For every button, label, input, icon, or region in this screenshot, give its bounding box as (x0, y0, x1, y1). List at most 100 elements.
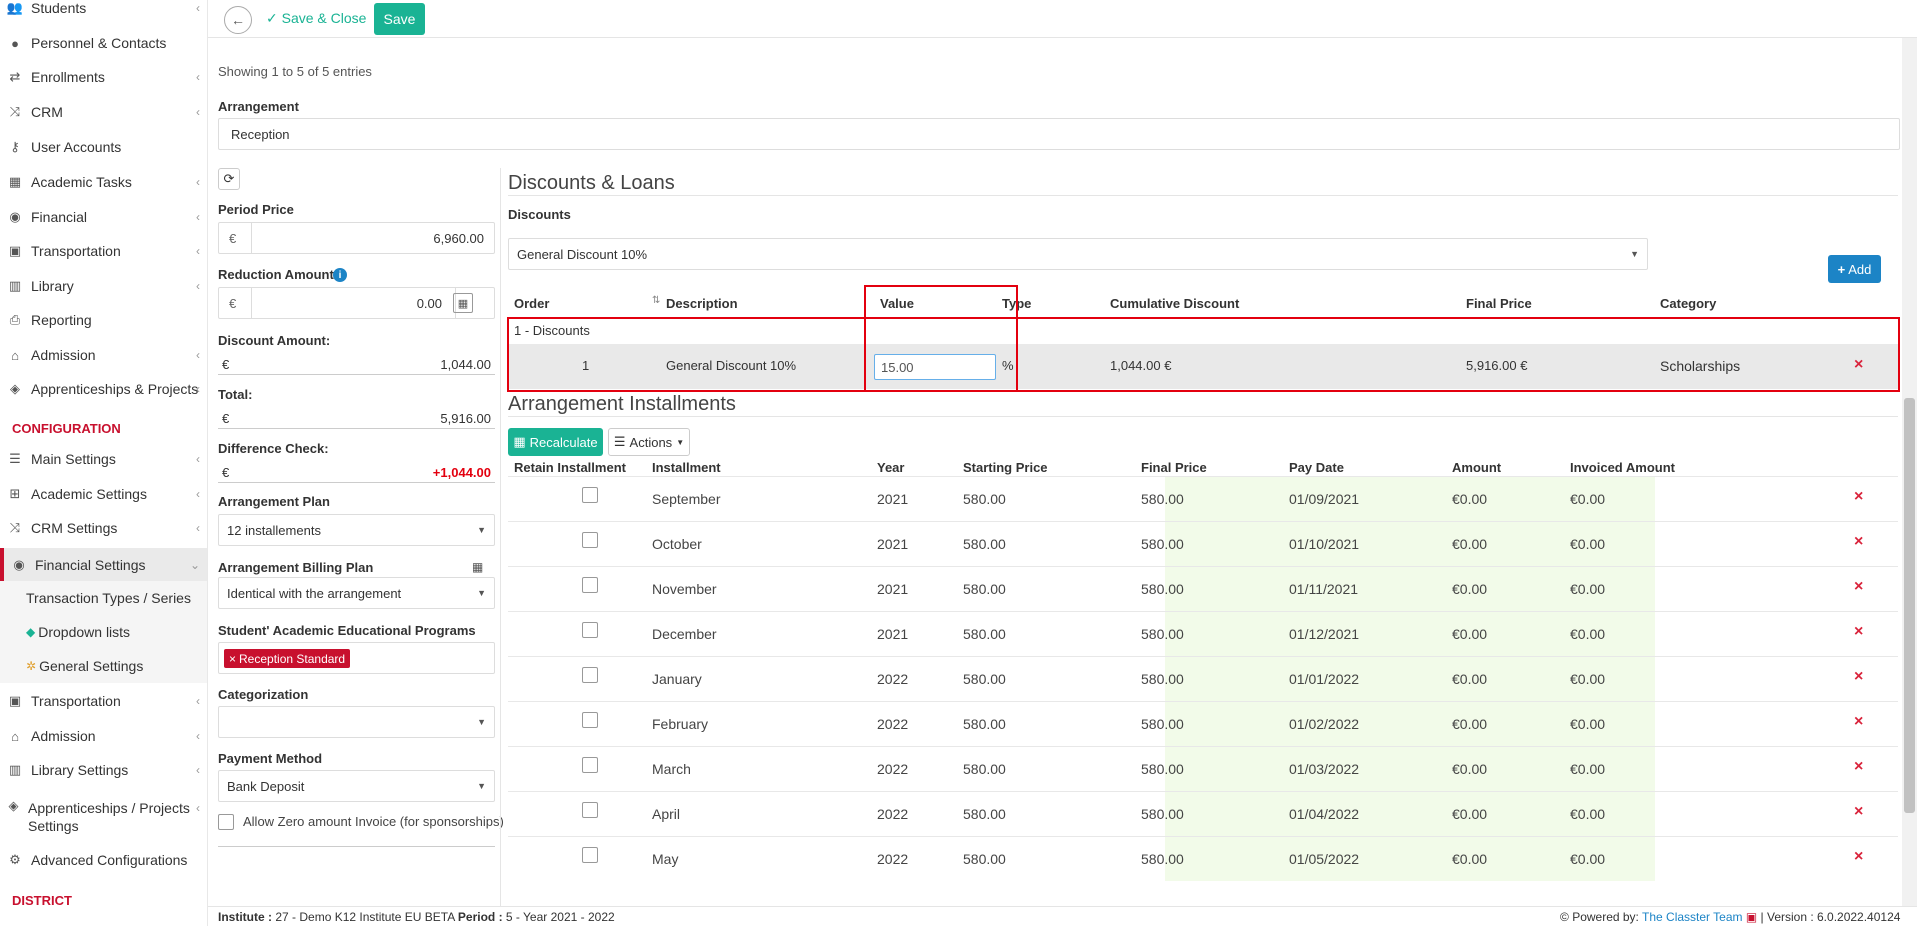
top-toolbar: ← ✓ Save & Close Save (208, 0, 1917, 38)
billing-plan-select[interactable]: Identical with the arrangement ▼ (218, 577, 495, 609)
app-root: 👥 Students ‹ ● Personnel & Contacts ⇄ Enrollme… (0, 0, 1917, 926)
arrangement-select[interactable]: Reception (218, 118, 1900, 150)
currency-symbol: € (229, 231, 237, 246)
delete-installment-icon[interactable]: × (1854, 533, 1863, 551)
discount-select[interactable]: General Discount 10% ▼ (508, 238, 1648, 270)
total-field: € 5,916.00 (218, 409, 495, 429)
sidebar-item-admission[interactable]: ⌂ Admission ‹ (0, 340, 207, 370)
col-final-price: Final Price (1141, 460, 1207, 475)
sidebar-item-apprenticeships-projects[interactable]: ◈ Apprenticeships & Projects ‹ (0, 374, 207, 404)
classter-team-link[interactable]: The Classter Team (1642, 910, 1742, 924)
books-icon: ▥ (8, 278, 22, 293)
actions-dropdown[interactable]: ☰ Actions ▼ (608, 428, 690, 456)
save-button[interactable]: Save (374, 3, 425, 35)
save-close-button[interactable]: ✓ Save & Close (266, 10, 366, 27)
sidebar-item-reporting[interactable]: ⎙ Reporting (0, 305, 207, 335)
sidebar-item-apprenticeships-projects-settings[interactable]: ◈ Apprenticeships / Projects Settings ‹ (0, 797, 207, 837)
sidebar-item-library-settings[interactable]: ▥ Library Settings ‹ (0, 755, 207, 785)
sidebar-item-label: Students (31, 0, 87, 16)
sidebar-subitem-transaction-types-series[interactable]: Transaction Types / Series (0, 581, 207, 615)
retain-checkbox[interactable] (582, 487, 598, 503)
retain-checkbox[interactable] (582, 532, 598, 548)
col-cumulative[interactable]: Cumulative Discount (1110, 296, 1239, 311)
difference-check-label: Difference Check: (218, 441, 329, 456)
col-installment: Installment (652, 460, 721, 475)
delete-installment-icon[interactable]: × (1854, 713, 1863, 731)
sliders-icon: ☰ (9, 451, 21, 466)
col-starting-price: Starting Price (963, 460, 1048, 475)
recalculate-button[interactable]: ▦ Recalculate (508, 428, 603, 456)
sidebar-subitem-dropdown-lists[interactable]: ◆ Dropdown lists (0, 615, 207, 649)
col-order[interactable]: Order (514, 296, 549, 311)
calculator-icon: ▦ (513, 434, 526, 449)
payment-method-label: Payment Method (218, 751, 323, 766)
table-row: April 2022 580.00 580.00 01/04/2022 €0.00 €0.0… (508, 791, 1898, 836)
delete-installment-icon[interactable]: × (1854, 668, 1863, 686)
delete-installment-icon[interactable]: × (1854, 848, 1863, 866)
delete-installment-icon[interactable]: × (1854, 488, 1863, 506)
sidebar-item-library[interactable]: ▥ Library ‹ (0, 271, 207, 301)
sidebar-item-user-accounts[interactable]: ⚷ User Accounts (0, 132, 207, 162)
sort-icon[interactable]: ⇅ (652, 295, 660, 306)
sidebar-item-students[interactable]: 👥 Students ‹ (0, 0, 207, 23)
sidebar-item-transportation[interactable]: ▣ Transportation ‹ (0, 236, 207, 266)
back-button[interactable]: ← (224, 6, 252, 34)
retain-checkbox[interactable] (582, 847, 598, 863)
refresh-button[interactable]: ⟳ (218, 168, 240, 190)
programs-multiselect[interactable]: × Reception Standard (218, 642, 495, 674)
key-icon: ⚷ (10, 139, 20, 154)
col-description[interactable]: Description (666, 296, 738, 311)
program-tag[interactable]: × Reception Standard (224, 649, 351, 668)
add-discount-button[interactable]: + Add (1828, 255, 1881, 283)
categorization-select[interactable]: ▼ (218, 706, 495, 738)
calculator-icon[interactable]: ▦ (472, 560, 483, 574)
configuration-heading: CONFIGURATION (12, 421, 121, 436)
sidebar-item-financial-settings[interactable]: ◉ Financial Settings ⌄ (0, 548, 207, 582)
delete-installment-icon[interactable]: × (1854, 758, 1863, 776)
payment-method-select[interactable]: Bank Deposit ▼ (218, 770, 495, 802)
retain-checkbox[interactable] (582, 802, 598, 818)
difference-check-field: € +1,044.00 (218, 463, 495, 483)
remove-tag-icon[interactable]: × (229, 652, 236, 666)
period-price-label: Period Price (218, 202, 294, 217)
programs-label: Student' Academic Educational Programs (218, 623, 476, 638)
sidebar-item-financial[interactable]: ◉ Financial ‹ (0, 202, 207, 232)
retain-checkbox[interactable] (582, 757, 598, 773)
classter-logo-icon: ▣ (1745, 910, 1758, 924)
col-final-price[interactable]: Final Price (1466, 296, 1532, 311)
sidebar-item-crm[interactable]: ⤨ CRM ‹ (0, 97, 207, 127)
table-row: February 2022 580.00 580.00 01/02/2022 €0.00 €… (508, 701, 1898, 746)
delete-installment-icon[interactable]: × (1854, 803, 1863, 821)
sidebar-item-admission[interactable]: ⌂ Admission ‹ (0, 721, 207, 751)
sidebar-item-personnel-contacts[interactable]: ● Personnel & Contacts (0, 28, 207, 58)
delete-installment-icon[interactable]: × (1854, 578, 1863, 596)
sidebar-item-academic-settings[interactable]: ⊞ Academic Settings ‹ (0, 479, 207, 509)
allow-zero-checkbox[interactable] (218, 814, 234, 830)
retain-checkbox[interactable] (582, 712, 598, 728)
retain-checkbox[interactable] (582, 622, 598, 638)
info-icon[interactable]: i (333, 268, 347, 282)
calculator-icon[interactable]: ▦ (453, 293, 473, 313)
period-price-field[interactable]: € 6,960.00 (218, 222, 495, 254)
divider (508, 416, 1898, 417)
retain-checkbox[interactable] (582, 577, 598, 593)
sidebar-item-academic-tasks[interactable]: ▦ Academic Tasks ‹ (0, 167, 207, 197)
sidebar-item-transportation[interactable]: ▣ Transportation ‹ (0, 686, 207, 716)
delete-installment-icon[interactable]: × (1854, 623, 1863, 641)
sidebar-subitem-general-settings[interactable]: ✲ General Settings (0, 649, 207, 683)
plus-icon: + (1837, 261, 1846, 277)
arrangement-plan-select[interactable]: 12 installements ▼ (218, 514, 495, 546)
sidebar-item-label: User Accounts (31, 139, 122, 155)
sidebar-item-advanced-configurations[interactable]: ⚙ Advanced Configurations (0, 845, 207, 875)
col-category[interactable]: Category (1660, 296, 1716, 311)
refresh-icon: ⟳ (223, 171, 235, 186)
sidebar-item-crm-settings[interactable]: ⤨ CRM Settings ‹ (0, 513, 207, 543)
sidebar-item-main-settings[interactable]: ☰ Main Settings ‹ (0, 444, 207, 474)
retain-checkbox[interactable] (582, 667, 598, 683)
chevron-left-icon: ‹ (196, 452, 200, 466)
sidebar-item-enrollments[interactable]: ⇄ Enrollments ‹ (0, 62, 207, 92)
scrollbar-thumb[interactable] (1904, 398, 1915, 813)
col-pay-date: Pay Date (1289, 460, 1344, 475)
table-row: March 2022 580.00 580.00 01/03/2022 €0.00 €0.0… (508, 746, 1898, 791)
categorization-label: Categorization (218, 687, 309, 702)
